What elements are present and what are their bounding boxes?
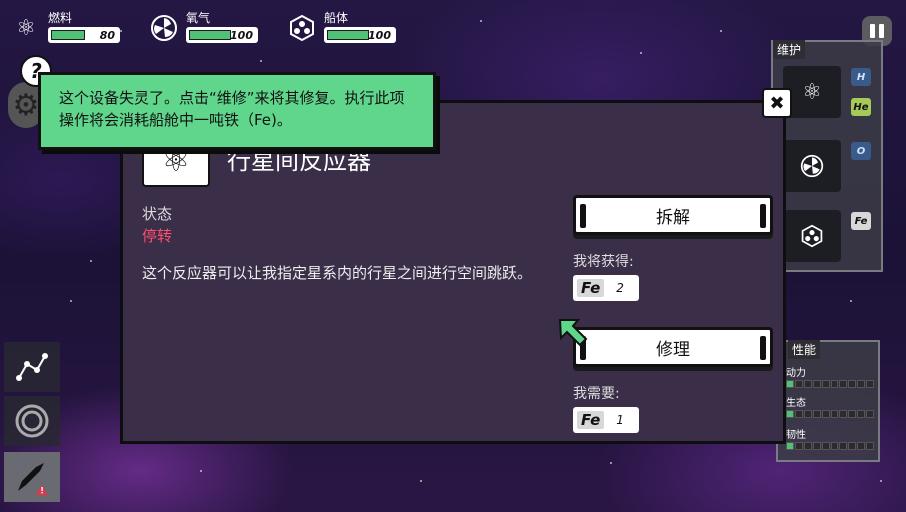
- pause-icon: [870, 24, 875, 38]
- oxygen-label: 氧气: [186, 11, 211, 25]
- maintenance-slot-oxygen[interactable]: [783, 140, 841, 192]
- dismantle-label: 拆解: [656, 207, 690, 228]
- performance-panel: 性能 动力 生态 韧性: [776, 340, 880, 462]
- tooltip-text: 这个设备失灵了。点击“维修”来将其修复。执行此项操作将会消耗船舱中一吨铁（Fe)…: [59, 89, 405, 129]
- need-resource-chip: Fe 1: [573, 407, 639, 433]
- fuel-value: 80: [99, 28, 115, 42]
- maintenance-header: 维护: [773, 40, 806, 59]
- hull-icon: [801, 224, 823, 248]
- constellation-icon: [16, 353, 48, 381]
- atom-icon: ⚛: [16, 15, 36, 41]
- performance-bar-power: [786, 380, 875, 388]
- nav-starmap-button[interactable]: [4, 342, 60, 392]
- fuel-label: 燃料: [48, 11, 73, 25]
- need-label: 我需要:: [573, 386, 620, 402]
- hull-label: 船体: [324, 11, 349, 25]
- need-element: Fe: [577, 411, 605, 429]
- oxygen-bar: 100: [186, 27, 258, 43]
- close-button[interactable]: ✖: [762, 88, 792, 118]
- gain-resource-chip: Fe 2: [573, 275, 639, 301]
- status-label: 状态: [142, 205, 173, 223]
- dismantle-button[interactable]: 拆解: [573, 195, 773, 235]
- repair-button[interactable]: 修理: [573, 327, 773, 367]
- maintenance-slot-hull[interactable]: [783, 210, 841, 262]
- orbit-icon: [15, 404, 49, 438]
- fan-icon: [148, 12, 180, 44]
- tutorial-tooltip: 这个设备失灵了。点击“维修”来将其修复。执行此项操作将会消耗船舱中一吨铁（Fe)…: [38, 72, 436, 150]
- close-icon: ✖: [769, 92, 785, 114]
- fan-icon: [800, 154, 824, 178]
- performance-header: 性能: [788, 340, 821, 359]
- need-qty: 1: [616, 413, 624, 427]
- device-description: 这个反应器可以让我指定星系内的行星之间进行空间跳跃。: [142, 264, 533, 282]
- element-tag-o: O: [851, 142, 871, 160]
- element-tag-h: H: [851, 68, 871, 86]
- element-tag-he: He: [851, 98, 871, 116]
- status-value: 停转: [142, 227, 173, 245]
- rocket-warning-icon: [18, 463, 48, 495]
- nav-planet-button[interactable]: [4, 396, 60, 446]
- performance-bar-resilience: [786, 442, 875, 450]
- fuel-bar: 80: [48, 27, 120, 43]
- gain-label: 我将获得:: [573, 254, 634, 270]
- performance-bar-eco: [786, 410, 875, 418]
- hull-value: 100: [368, 28, 391, 42]
- hull-resource: 船体 100: [286, 12, 396, 44]
- atom-icon: ⚛: [802, 79, 822, 105]
- repair-label: 修理: [656, 339, 690, 360]
- performance-label-eco: 生态: [786, 398, 806, 409]
- maintenance-panel: 维护 ⚛ H He O Fe: [771, 40, 883, 272]
- performance-label-resilience: 韧性: [786, 430, 806, 441]
- hull-bar: 100: [324, 27, 396, 43]
- performance-label-power: 动力: [786, 368, 806, 379]
- nav-ship-button[interactable]: [4, 452, 60, 502]
- fuel-resource: ⚛ 燃料 80: [10, 12, 120, 44]
- hull-icon: [286, 12, 318, 44]
- device-dialog: ⚛ 行星间反应器 状态 停转 这个反应器可以让我指定星系内的行星之间进行空间跳跃…: [120, 100, 786, 444]
- element-tag-fe: Fe: [851, 212, 871, 230]
- gain-element: Fe: [577, 279, 605, 297]
- oxygen-resource: 氧气 100: [148, 12, 258, 44]
- pointer-arrow-icon: [558, 319, 588, 347]
- gain-qty: 2: [616, 281, 624, 295]
- oxygen-value: 100: [230, 28, 253, 42]
